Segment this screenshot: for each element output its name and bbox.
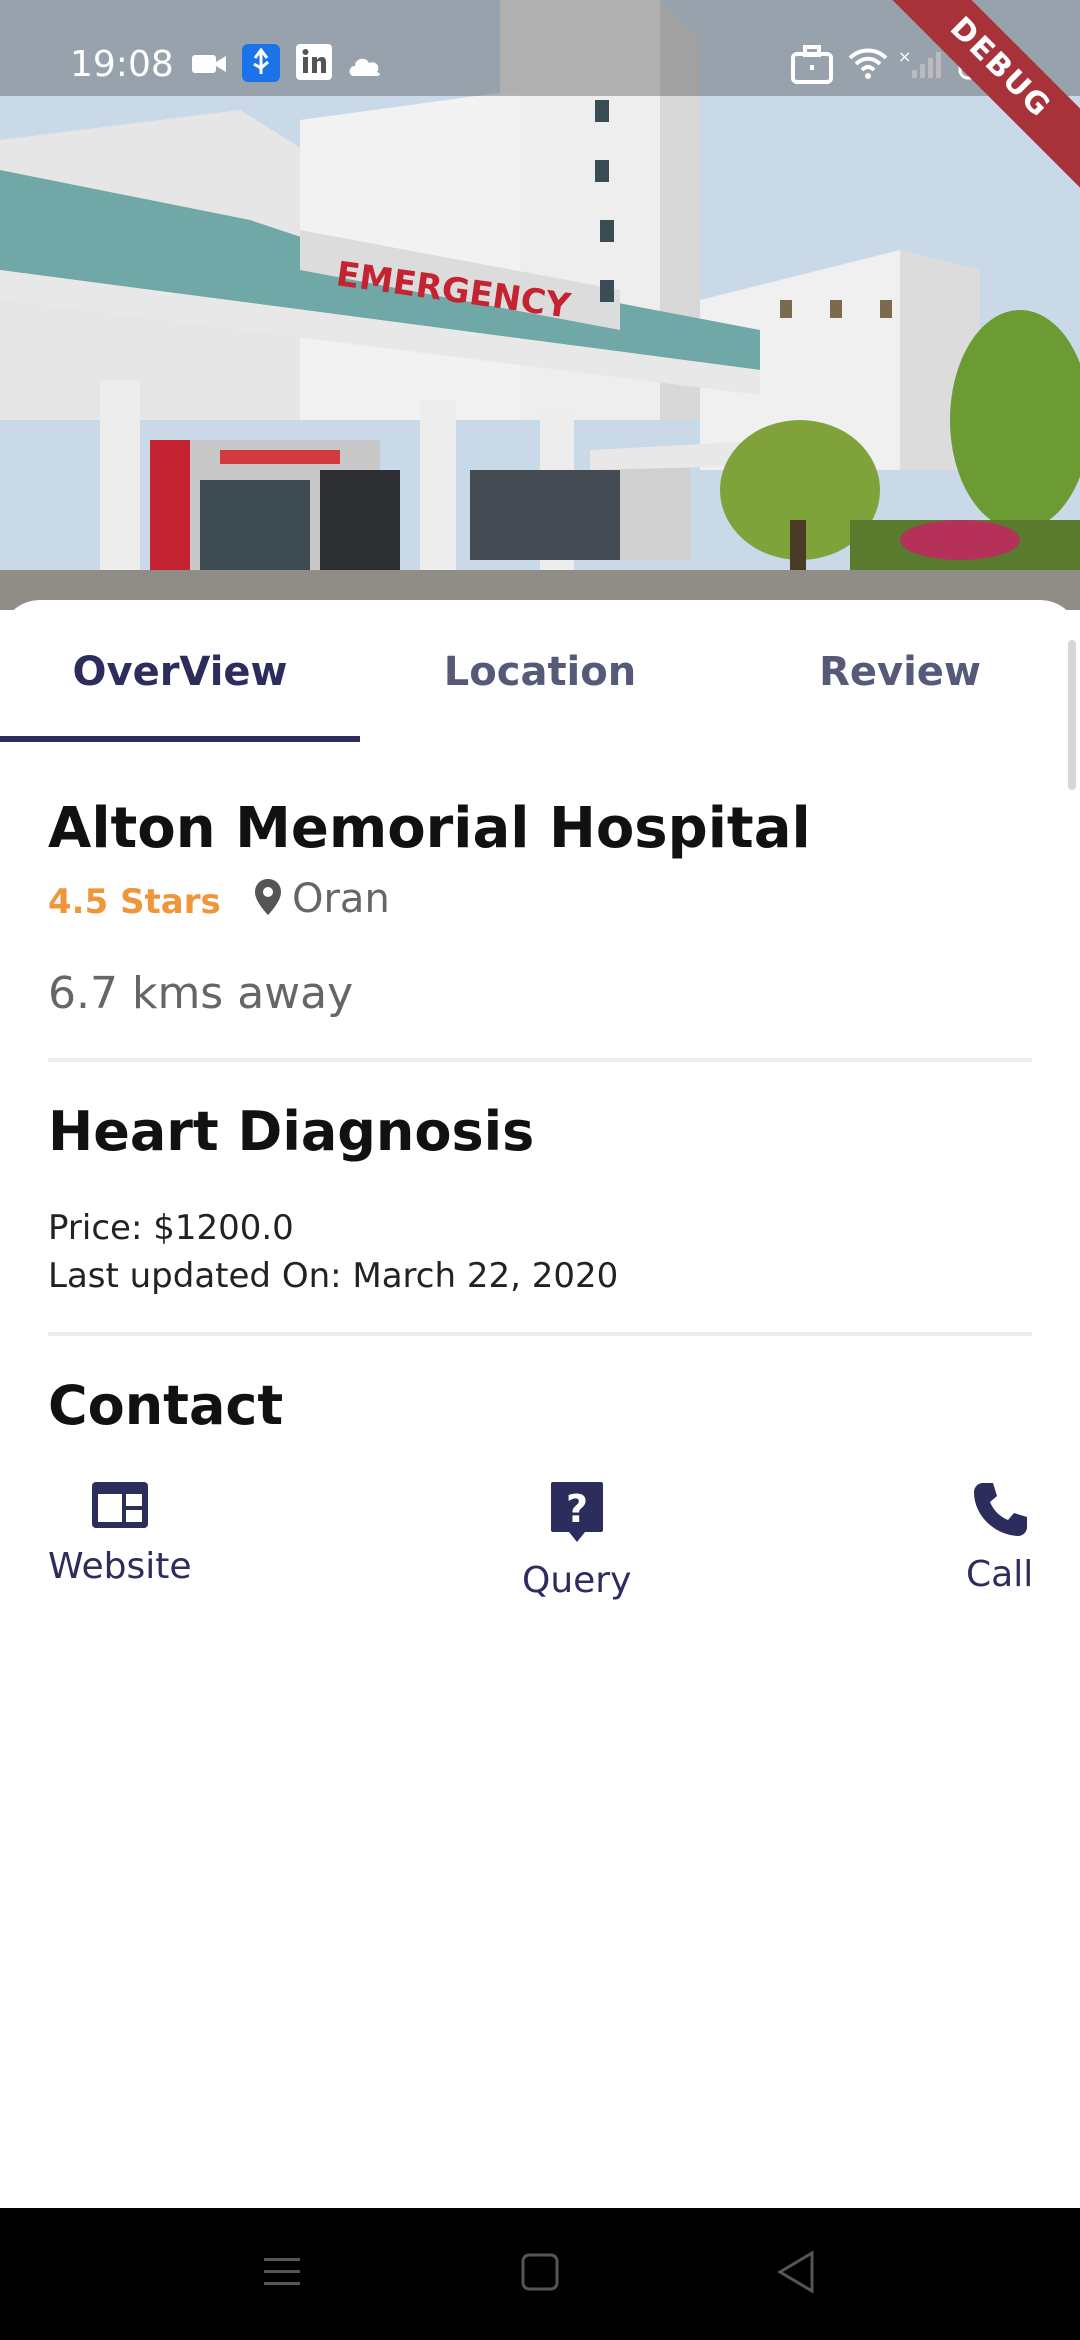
query-button[interactable]: ? Query xyxy=(522,1480,631,1601)
distance-text: 6.7 kms away xyxy=(48,968,354,1019)
website-icon xyxy=(90,1480,150,1534)
price-text: Price: $1200.0 xyxy=(48,1208,294,1248)
divider xyxy=(48,1332,1032,1336)
cloud-icon xyxy=(346,52,384,82)
rating-text: 4.5 Stars xyxy=(48,882,221,922)
location-text: Oran xyxy=(292,876,390,922)
tab-overview[interactable]: OverView xyxy=(0,600,360,744)
tab-bar: OverView Location Review xyxy=(0,600,1080,744)
divider xyxy=(48,1058,1032,1062)
status-time: 19:08 xyxy=(70,44,174,85)
no-signal-icon: × xyxy=(898,47,944,84)
linkedin-icon xyxy=(296,44,332,84)
contact-title: Contact xyxy=(48,1374,284,1437)
hospital-details-card: OverView Location Review Alton Memorial … xyxy=(0,600,1080,2208)
video-camera-icon xyxy=(190,48,228,84)
tab-indicator xyxy=(0,736,360,742)
call-button[interactable]: Call xyxy=(966,1480,1033,1595)
call-label: Call xyxy=(966,1554,1034,1595)
hospital-name: Alton Memorial Hospital xyxy=(48,796,811,861)
home-icon[interactable] xyxy=(520,2252,560,2296)
system-navigation-bar xyxy=(0,2208,1080,2340)
usb-icon xyxy=(242,44,280,86)
scrollbar[interactable] xyxy=(1068,640,1076,790)
website-button[interactable]: Website xyxy=(48,1480,192,1587)
last-updated-text: Last updated On: March 22, 2020 xyxy=(48,1256,619,1296)
svg-text:×: × xyxy=(898,48,911,66)
website-label: Website xyxy=(48,1546,192,1587)
wifi-icon xyxy=(848,46,888,84)
tab-review[interactable]: Review xyxy=(720,600,1080,744)
query-label: Query xyxy=(522,1560,632,1601)
work-profile-icon xyxy=(790,44,834,88)
help-icon: ? xyxy=(549,1480,605,1548)
tab-location[interactable]: Location xyxy=(360,600,720,744)
diagnosis-title: Heart Diagnosis xyxy=(48,1100,535,1163)
location-pin-icon xyxy=(254,878,282,920)
phone-icon xyxy=(971,1480,1029,1542)
menu-icon[interactable] xyxy=(262,2254,302,2294)
location-info: Oran xyxy=(254,876,390,922)
status-bar: 19:08 × 100 DEBUG xyxy=(0,0,1080,194)
svg-text:?: ? xyxy=(566,1487,588,1531)
back-icon[interactable] xyxy=(776,2250,816,2298)
